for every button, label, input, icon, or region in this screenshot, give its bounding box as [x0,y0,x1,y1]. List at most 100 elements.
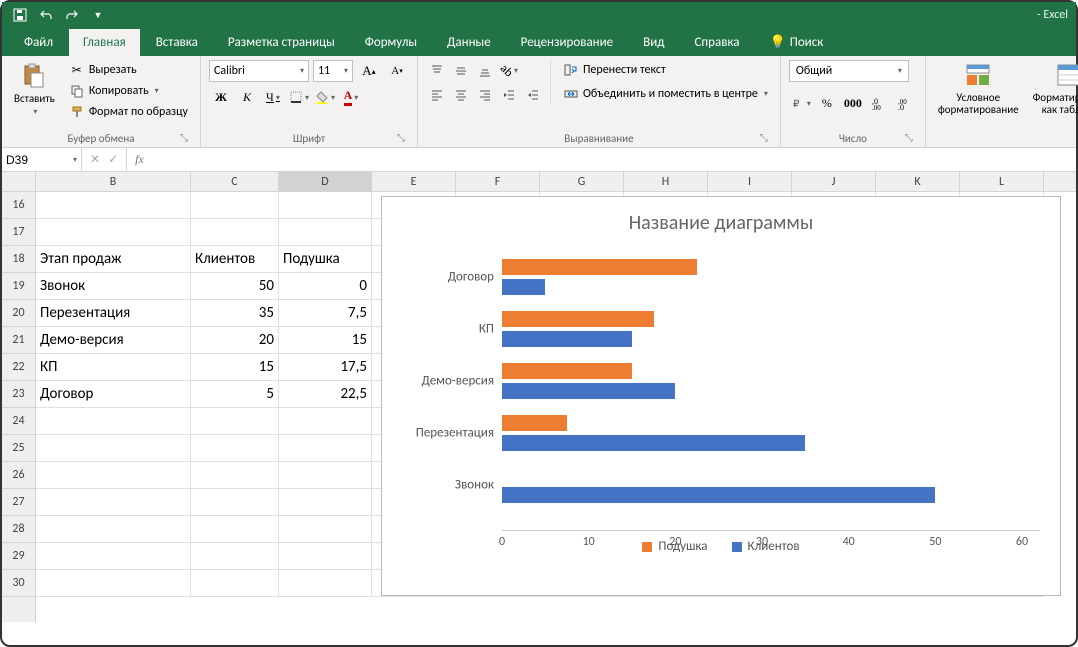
grow-font-button[interactable]: A▴ [357,60,381,82]
cell[interactable]: 5 [191,381,279,408]
chart-legend[interactable]: ПодушкаКлиентов [382,531,1060,564]
cell[interactable] [191,219,279,246]
save-icon[interactable] [10,5,30,25]
cell[interactable] [279,408,372,435]
cell[interactable] [279,516,372,543]
dialog-launcher-icon[interactable]: ⤡ [178,131,190,143]
chart-bar[interactable] [502,435,805,451]
column-header[interactable]: K [876,172,960,191]
select-all-triangle[interactable] [2,172,36,191]
orientation-button[interactable]: ab▾ [498,60,520,82]
cell[interactable]: 17,5 [279,354,372,381]
cell[interactable]: 15 [191,354,279,381]
column-header[interactable]: H [624,172,708,191]
cell[interactable]: Демо-версия [36,327,191,354]
chevron-down-icon[interactable]: ▾ [73,155,77,165]
row-header[interactable]: 16 [2,192,35,219]
chart-bar[interactable] [502,363,632,379]
cell[interactable] [279,462,372,489]
tab-review[interactable]: Рецензирование [507,29,627,56]
comma-button[interactable]: 000 [841,92,865,114]
chart-bar[interactable] [502,331,632,347]
italic-button[interactable]: К [235,86,259,108]
column-header[interactable]: C [191,172,279,191]
font-color-button[interactable]: A▾ [339,86,363,108]
row-header[interactable]: 26 [2,462,35,489]
chart-title[interactable]: Название диаграммы [382,197,1060,241]
dialog-launcher-icon[interactable]: ⤡ [903,131,915,143]
cell[interactable] [36,435,191,462]
cell[interactable] [36,408,191,435]
dialog-launcher-icon[interactable]: ⤡ [758,131,770,143]
chart-bar[interactable] [502,415,567,431]
cell[interactable] [191,543,279,570]
chart-bar[interactable] [502,487,935,503]
cut-button[interactable]: ✂ Вырезать [65,60,192,80]
bold-button[interactable]: Ж [209,86,233,108]
align-right-button[interactable] [474,84,496,106]
cell[interactable] [279,489,372,516]
align-bottom-button[interactable] [474,60,496,82]
tab-page-layout[interactable]: Разметка страницы [214,29,349,56]
cell[interactable]: 0 [279,273,372,300]
increase-decimal-button[interactable]: ,0,00 [867,92,891,114]
cell[interactable]: Подушка [279,246,372,273]
cell[interactable]: Звонок [36,273,191,300]
decrease-decimal-button[interactable]: ,00,0 [893,92,917,114]
font-name-select[interactable]: Calibri▾ [209,60,309,82]
column-header[interactable]: I [708,172,792,191]
column-header[interactable]: B [36,172,191,191]
cell[interactable] [36,543,191,570]
cell[interactable] [279,543,372,570]
name-box[interactable]: ▾ [2,148,82,171]
cell[interactable] [191,570,279,597]
cell[interactable] [36,462,191,489]
copy-button[interactable]: Копировать ▾ [65,81,192,101]
cell[interactable] [36,489,191,516]
decrease-indent-button[interactable] [498,84,520,106]
row-header[interactable]: 21 [2,327,35,354]
enter-icon[interactable]: ✓ [108,152,118,167]
conditional-formatting-button[interactable]: Условное форматирование [934,60,1023,118]
cell[interactable]: 35 [191,300,279,327]
cell[interactable] [36,516,191,543]
row-header[interactable]: 20 [2,300,35,327]
paste-button[interactable]: Вставить ▾ [10,60,59,119]
column-header[interactable]: D [279,172,372,191]
dialog-launcher-icon[interactable]: ⤡ [395,131,407,143]
cell[interactable]: 50 [191,273,279,300]
chart-bar[interactable] [502,259,697,275]
cell[interactable]: Перезентация [36,300,191,327]
font-size-select[interactable]: 11▾ [313,60,353,82]
row-header[interactable]: 25 [2,435,35,462]
formula-input[interactable] [152,148,1076,171]
tab-data[interactable]: Данные [433,29,505,56]
format-as-table-button[interactable]: Форматировать как таблицу [1029,60,1078,118]
row-header[interactable]: 30 [2,570,35,597]
cell[interactable]: Клиентов [191,246,279,273]
borders-button[interactable]: ▾ [287,86,311,108]
column-header[interactable]: G [540,172,624,191]
row-header[interactable]: 17 [2,219,35,246]
tab-help[interactable]: Справка [680,29,753,56]
cell[interactable] [36,570,191,597]
align-center-button[interactable] [450,84,472,106]
fill-color-button[interactable]: ▾ [313,86,337,108]
cell[interactable] [191,408,279,435]
row-header[interactable]: 18 [2,246,35,273]
cell[interactable] [279,192,372,219]
cell[interactable]: 15 [279,327,372,354]
chart-object[interactable]: Название диаграммы ДоговорКПДемо-версияП… [381,196,1061,596]
chart-bar[interactable] [502,311,654,327]
increase-indent-button[interactable] [522,84,544,106]
cell[interactable] [191,462,279,489]
tab-insert[interactable]: Вставка [142,29,212,56]
cell[interactable] [279,570,372,597]
cell[interactable] [279,219,372,246]
cell[interactable]: КП [36,354,191,381]
align-left-button[interactable] [426,84,448,106]
underline-button[interactable]: Ч▾ [261,86,285,108]
cancel-icon[interactable]: ✕ [90,152,100,167]
column-header[interactable]: L [960,172,1044,191]
tab-view[interactable]: Вид [629,29,678,56]
